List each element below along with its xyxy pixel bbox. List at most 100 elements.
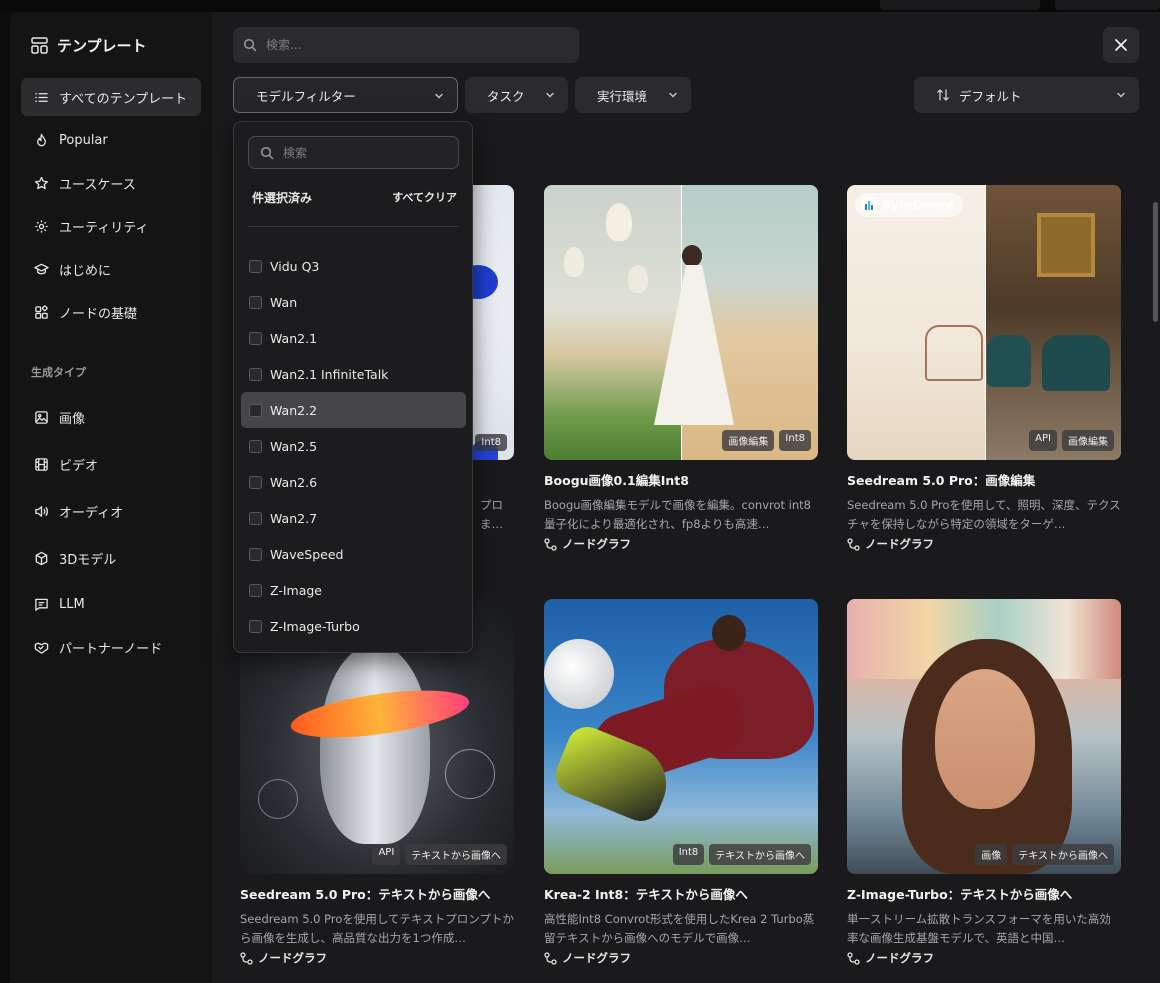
thumbnail-shape xyxy=(682,245,702,267)
checkbox[interactable] xyxy=(249,619,262,633)
background-tab xyxy=(880,0,1040,10)
template-description: Seedream 5.0 Proを使用してテキストプロンプトから画像を生成し、高… xyxy=(240,912,514,945)
thumbnail-shape xyxy=(712,615,746,651)
tag-badge: テキストから画像へ xyxy=(405,844,507,865)
sidebar-item-all-templates[interactable]: すべてのテンプレート xyxy=(21,78,201,116)
tag-badge: Int8 xyxy=(779,430,811,451)
brand-chip: ByteDance xyxy=(855,193,963,217)
scrollbar-thumb[interactable] xyxy=(1153,202,1158,322)
template-meta: ノードグラフ xyxy=(240,950,327,966)
node-graph-icon xyxy=(847,951,860,965)
environment-filter-label: 実行環境 xyxy=(597,88,648,104)
model-option[interactable]: Z-Image xyxy=(241,572,466,608)
checkbox[interactable] xyxy=(249,259,262,273)
checkbox[interactable] xyxy=(249,583,262,597)
model-option-label: Wan2.5 xyxy=(270,438,318,454)
template-title: Seedream 5.0 Pro：テキストから画像へ xyxy=(240,887,491,902)
model-search[interactable] xyxy=(248,136,459,169)
model-option[interactable]: Z-Image-Turbo xyxy=(241,608,466,644)
template-description: プロ ます。... xyxy=(480,498,503,531)
task-filter-dropdown[interactable]: タスク xyxy=(465,77,568,113)
model-option[interactable]: Wan2.7 xyxy=(241,500,466,536)
model-search-input[interactable] xyxy=(283,145,443,160)
background-tab xyxy=(1055,0,1160,10)
close-button[interactable] xyxy=(1103,27,1139,63)
speaker-icon xyxy=(35,505,49,517)
sidebar-item-use-cases[interactable]: ユースケース xyxy=(21,164,201,202)
window-top-strip xyxy=(0,0,1160,12)
sidebar-item-label: すべてのテンプレート xyxy=(59,91,188,107)
sidebar-item-label: パートナーノード xyxy=(59,641,163,657)
sidebar-item-label: はじめに xyxy=(59,263,112,279)
model-option[interactable]: Wan2.1 xyxy=(241,320,466,356)
sidebar-item-audio[interactable]: オーディオ xyxy=(21,492,201,530)
sidebar-item-popular[interactable]: Popular xyxy=(21,121,201,159)
sidebar-item-image[interactable]: 画像 xyxy=(21,398,201,436)
sidebar-item-llm[interactable]: LLM xyxy=(21,585,201,623)
template-meta: ノードグラフ xyxy=(847,950,934,966)
sidebar-item-label: ユーティリティ xyxy=(59,220,149,236)
blocks-icon xyxy=(35,304,48,319)
sidebar-item-getting-started[interactable]: はじめに xyxy=(21,250,201,288)
model-option-label: Z-Image xyxy=(270,582,323,598)
brand-label: ByteDance xyxy=(882,198,955,212)
sidebar-item-video[interactable]: ビデオ xyxy=(21,445,201,483)
graduation-cap-icon xyxy=(34,263,49,274)
checkbox[interactable] xyxy=(249,547,262,561)
sort-label: デフォルト xyxy=(959,88,1022,104)
model-option[interactable]: Wan xyxy=(241,284,466,320)
checkbox[interactable] xyxy=(249,403,262,417)
sidebar-item-partner-nodes[interactable]: パートナーノード xyxy=(21,628,201,666)
sidebar-item-label: 3Dモデル xyxy=(59,552,117,568)
template-meta: ノードグラフ xyxy=(544,536,631,552)
search-input[interactable] xyxy=(266,38,546,52)
model-filter-dropdown[interactable]: モデルフィルター xyxy=(233,77,458,113)
model-option-label: Wan2.6 xyxy=(270,474,318,490)
sidebar-title-text: テンプレート xyxy=(57,36,147,55)
checkbox[interactable] xyxy=(249,331,262,345)
compare-divider xyxy=(985,185,986,460)
sort-arrows-icon xyxy=(937,89,949,101)
model-option[interactable]: WaveSpeed xyxy=(241,536,466,572)
sidebar-item-3d-model[interactable]: 3Dモデル xyxy=(21,539,201,577)
model-option[interactable]: Wan2.2 xyxy=(241,392,466,428)
model-option[interactable]: Wan2.6 xyxy=(241,464,466,500)
template-meta-label: ノードグラフ xyxy=(562,951,631,965)
checkbox[interactable] xyxy=(249,475,262,489)
model-option[interactable]: Vidu Q3 xyxy=(241,248,466,284)
model-option[interactable]: Wan2.1 InfiniteTalk xyxy=(241,356,466,392)
checkbox[interactable] xyxy=(249,439,262,453)
checkbox[interactable] xyxy=(249,367,262,381)
thumbnail-shape xyxy=(987,335,1031,387)
template-layout-icon xyxy=(31,36,48,54)
model-option-label: Vidu Q3 xyxy=(270,258,320,274)
list-icon xyxy=(35,92,48,102)
clear-all-button[interactable]: すべてクリア xyxy=(392,189,457,205)
checkbox[interactable] xyxy=(249,511,262,525)
tag-badge: 画像編集 xyxy=(1062,430,1114,451)
sort-dropdown[interactable]: デフォルト xyxy=(914,77,1139,113)
sidebar-item-utilities[interactable]: ユーティリティ xyxy=(21,207,201,245)
sidebar-item-label: LLM xyxy=(59,596,85,612)
template-meta: ノードグラフ xyxy=(544,950,631,966)
film-icon xyxy=(35,457,48,471)
environment-filter-dropdown[interactable]: 実行環境 xyxy=(575,77,691,113)
thumbnail-shape xyxy=(1042,335,1110,391)
sidebar-item-node-basics[interactable]: ノードの基礎 xyxy=(21,293,201,331)
checkbox[interactable] xyxy=(249,295,262,309)
sidebar-item-label: 画像 xyxy=(59,411,86,427)
tag-list: API 画像編集 xyxy=(1029,430,1114,451)
thumbnail-shape xyxy=(1037,213,1095,277)
template-description: 高性能Int8 Convrot形式を使用したKrea 2 Turbo蒸留テキスト… xyxy=(544,912,815,945)
gear-icon xyxy=(35,219,48,233)
template-thumbnail: ByteDance API 画像編集 xyxy=(847,185,1121,460)
model-option-label: Wan2.1 InfiniteTalk xyxy=(270,366,389,382)
model-option-label: Wan xyxy=(270,294,298,310)
model-option[interactable]: Wan2.5 xyxy=(241,428,466,464)
thumbnail-shape xyxy=(935,669,1035,809)
tag-list: 画像編集 Int8 xyxy=(722,430,811,451)
sidebar-item-label: Popular xyxy=(59,132,108,148)
template-search[interactable] xyxy=(233,27,579,63)
thumbnail-shape xyxy=(564,247,584,277)
template-meta: ノードグラフ xyxy=(847,536,934,552)
